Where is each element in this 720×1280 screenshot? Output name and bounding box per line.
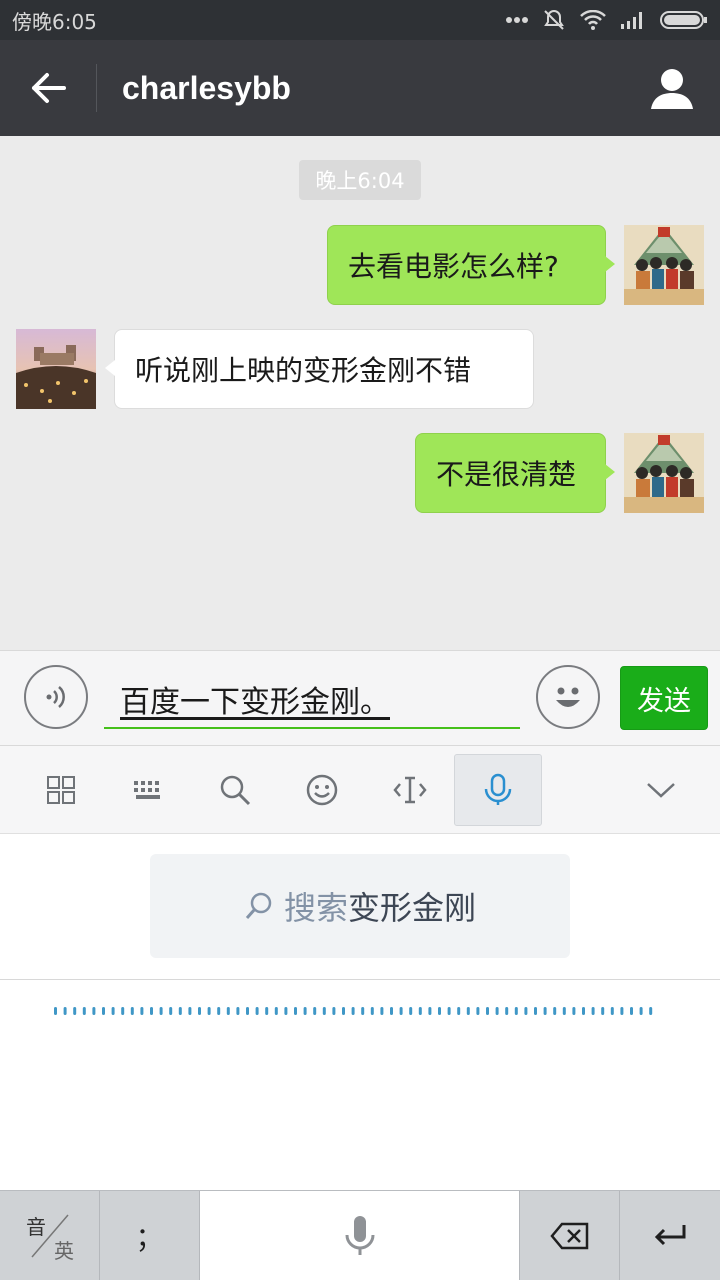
keyboard-icon xyxy=(134,781,160,799)
ime-cursor-button[interactable] xyxy=(366,746,454,834)
wifi-icon xyxy=(580,10,606,30)
message-bubble-received[interactable]: 听说刚上映的变形金刚不错 xyxy=(105,329,534,409)
message-bubble-sent[interactable]: 去看电影怎么样? xyxy=(327,225,615,305)
message-timestamp: 晚上6:04 xyxy=(299,160,421,200)
keyboard-bottom-row: 音 英 ； xyxy=(0,1190,720,1280)
backspace-icon xyxy=(549,1222,588,1250)
mute-alarm-icon xyxy=(544,9,564,30)
voice-space-key[interactable] xyxy=(200,1191,520,1280)
chat-area: 晚上6:04 去看电影怎么样? 听说刚上映的变形金刚不错 不是很清楚 xyxy=(0,136,720,650)
suggestion-term: 变形金刚 xyxy=(348,889,477,927)
suggestion-area: 搜索变形金刚 xyxy=(0,834,720,980)
title-divider xyxy=(96,64,97,112)
ime-collapse-button[interactable] xyxy=(617,746,705,834)
suggestion-prefix: 搜索 xyxy=(283,889,348,927)
message-text: 不是很清楚 xyxy=(436,458,577,491)
enter-key[interactable] xyxy=(620,1191,720,1280)
send-button[interactable]: 发送 xyxy=(620,666,708,730)
status-time: 傍晚6:05 xyxy=(12,9,97,34)
ime-toolbar xyxy=(0,746,720,834)
more-dots-icon xyxy=(506,17,528,23)
avatar-city-icon xyxy=(16,329,96,409)
delete-key[interactable] xyxy=(520,1191,620,1280)
contact-avatar[interactable] xyxy=(16,329,96,409)
punctuation-label: ； xyxy=(135,1221,164,1254)
ime-apps-button[interactable] xyxy=(17,746,105,834)
search-icon xyxy=(220,775,251,806)
voice-wave-icon xyxy=(46,686,65,708)
input-bar: 百度一下变形金刚。 发送 xyxy=(0,650,720,746)
voice-waveform-icon xyxy=(54,1007,653,1015)
punctuation-key[interactable]: ； xyxy=(100,1191,200,1280)
ime-voice-button[interactable] xyxy=(454,754,542,826)
battery-icon xyxy=(660,11,707,29)
enter-icon xyxy=(654,1225,686,1246)
search-suggestion[interactable]: 搜索变形金刚 xyxy=(150,854,570,958)
my-avatar[interactable] xyxy=(624,433,704,513)
profile-button[interactable] xyxy=(624,40,720,136)
language-switch-key[interactable]: 音 英 xyxy=(0,1191,100,1280)
ime-search-button[interactable] xyxy=(191,746,279,834)
emoji-icon xyxy=(306,774,338,806)
microphone-icon xyxy=(345,1216,374,1255)
collapse-icon xyxy=(647,783,675,798)
avatar-illustration-icon xyxy=(624,433,704,513)
microphone-icon xyxy=(484,773,512,805)
status-icons xyxy=(506,8,708,32)
back-button[interactable] xyxy=(0,40,96,136)
title-bar: charlesybb xyxy=(0,40,720,136)
voice-input-button[interactable] xyxy=(24,665,88,729)
smiley-icon xyxy=(556,687,580,707)
avatar-illustration-icon xyxy=(624,225,704,305)
chat-title: charlesybb xyxy=(122,69,291,106)
message-input[interactable]: 百度一下变形金刚。 xyxy=(104,671,520,729)
voice-input-area xyxy=(0,980,720,1190)
my-avatar[interactable] xyxy=(624,225,704,305)
apps-icon xyxy=(47,776,75,804)
search-icon xyxy=(245,892,272,919)
person-icon xyxy=(651,69,693,109)
status-bar: 傍晚6:05 xyxy=(0,0,720,40)
message-input-text: 百度一下变形金刚。 xyxy=(120,685,390,720)
cursor-icon xyxy=(393,776,427,804)
signal-icon xyxy=(621,12,642,29)
message-bubble-sent[interactable]: 不是很清楚 xyxy=(415,433,615,513)
message-text: 听说刚上映的变形金刚不错 xyxy=(135,354,472,387)
lang-bottom-label: 英 xyxy=(54,1239,74,1263)
back-arrow-icon xyxy=(32,73,66,103)
ime-keyboard-button[interactable] xyxy=(104,746,192,834)
message-text: 去看电影怎么样? xyxy=(348,250,559,283)
ime-emoji-button[interactable] xyxy=(278,746,366,834)
emoji-button[interactable] xyxy=(536,665,600,729)
